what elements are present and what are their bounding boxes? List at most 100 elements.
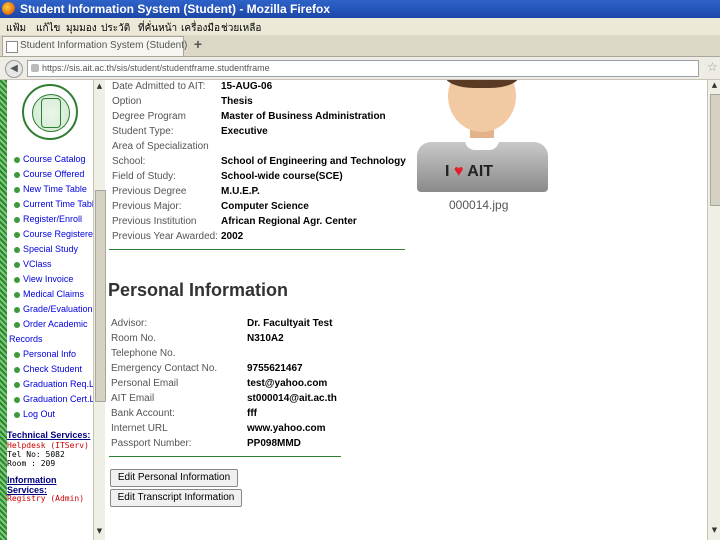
label-personal-email: Personal Email bbox=[111, 378, 179, 389]
label-option: Option bbox=[112, 96, 142, 107]
bullet-icon bbox=[14, 276, 20, 283]
menu-item-edit[interactable]: แก้ไข bbox=[36, 21, 60, 36]
helpdesk-tel: Tel No: 5082 bbox=[7, 450, 65, 459]
tab-label: Student Information System (Student) bbox=[20, 40, 188, 51]
label-ait-email: AIT Email bbox=[111, 393, 155, 404]
label-emergency-contact: Emergency Contact No. bbox=[111, 363, 218, 374]
menu-item-tools[interactable]: เครื่องมือ bbox=[181, 21, 220, 36]
info-services-heading-1: Information bbox=[7, 475, 57, 485]
sidebar-item-view-invoice[interactable]: View Invoice bbox=[14, 274, 73, 284]
menu-item-history[interactable]: ประวัติ bbox=[101, 21, 130, 36]
label-internet-url: Internet URL bbox=[111, 423, 168, 434]
label-previous-major: Previous Major: bbox=[112, 201, 182, 212]
sidebar-item-order-academic[interactable]: Order Academic bbox=[14, 319, 88, 329]
label-telephone: Telephone No. bbox=[111, 348, 176, 359]
sidebar-item-personal-info[interactable]: Personal Info bbox=[14, 349, 76, 359]
sidebar-item-check-student[interactable]: Check Student bbox=[14, 364, 82, 374]
sidebar-item-course-catalog[interactable]: Course Catalog bbox=[14, 154, 86, 164]
section-divider bbox=[109, 249, 405, 250]
sidebar-item-records[interactable]: Records bbox=[9, 334, 43, 344]
bullet-icon bbox=[14, 396, 20, 403]
label-previous-institution: Previous Institution bbox=[112, 216, 197, 227]
new-tab-button[interactable]: + bbox=[188, 36, 208, 54]
star-icon[interactable]: ☆ bbox=[707, 60, 718, 74]
menu-item-file[interactable]: แฟ้ม bbox=[6, 21, 26, 36]
bullet-icon bbox=[14, 381, 20, 388]
scroll-down-icon[interactable]: ▼ bbox=[94, 527, 105, 538]
value-previous-major: Computer Science bbox=[221, 201, 309, 212]
heart-icon: ♥ bbox=[453, 163, 464, 180]
page-icon bbox=[6, 41, 18, 53]
value-student-type: Executive bbox=[221, 126, 268, 137]
scroll-thumb[interactable] bbox=[710, 94, 720, 206]
value-date-admitted: 15-AUG-06 bbox=[221, 81, 273, 92]
personal-info-title: Personal Information bbox=[108, 280, 289, 300]
label-area-of-specialization: Area of Specialization bbox=[112, 141, 209, 152]
sidebar-item-current-time-table[interactable]: Current Time Table bbox=[14, 199, 93, 209]
sidebar-item-course-registered[interactable]: Course Registered bbox=[14, 229, 93, 239]
edit-transcript-info-button[interactable]: Edit Transcript Information bbox=[110, 489, 242, 507]
bullet-icon bbox=[14, 246, 20, 253]
sidebar-item-graduation-cert[interactable]: Graduation Cert.Link bbox=[14, 394, 93, 404]
sidebar-item-grade-evaluation[interactable]: Grade/Evaluation bbox=[14, 304, 93, 314]
decorative-stripe bbox=[0, 80, 7, 540]
label-date-admitted: Date Admitted to AIT: bbox=[112, 81, 206, 92]
sidebar-item-course-offered[interactable]: Course Offered bbox=[14, 169, 84, 179]
scroll-thumb[interactable] bbox=[95, 190, 106, 402]
bullet-icon bbox=[14, 306, 20, 313]
sidebar-item-vclass[interactable]: VClass bbox=[14, 259, 52, 269]
photo-slogan: I ♥ AIT bbox=[445, 163, 494, 180]
photo-collar bbox=[465, 138, 499, 150]
sidebar-scrollbar[interactable]: ▲ ▼ bbox=[93, 80, 106, 540]
value-field-of-study: School-wide course(SCE) bbox=[221, 171, 343, 182]
menu-item-bookmarks[interactable]: ที่คั่นหน้า bbox=[138, 21, 177, 36]
menu-bar: แฟ้ม แก้ไข มุมมอง ประวัติ ที่คั่นหน้า เค… bbox=[0, 18, 720, 35]
value-bank-account: fff bbox=[247, 408, 257, 419]
bullet-icon bbox=[14, 321, 20, 328]
value-school: School of Engineering and Technology bbox=[221, 156, 406, 167]
tab-student-info[interactable]: Student Information System (Student) bbox=[2, 36, 188, 56]
sidebar-item-medical-claims[interactable]: Medical Claims bbox=[14, 289, 84, 299]
label-degree-program: Degree Program bbox=[112, 111, 186, 122]
main-scrollbar[interactable]: ▲ ▼ bbox=[707, 80, 720, 540]
tech-services-heading: Technical Services: bbox=[7, 430, 91, 440]
bullet-icon bbox=[14, 186, 20, 193]
bullet-icon bbox=[14, 291, 20, 298]
logo-emblem bbox=[41, 98, 61, 128]
scroll-down-icon[interactable]: ▼ bbox=[708, 526, 720, 538]
menu-item-help[interactable]: ช่วยเหลือ bbox=[221, 21, 261, 36]
sidebar-item-graduation-req[interactable]: Graduation Req.Link bbox=[14, 379, 93, 389]
label-previous-year-awarded: Previous Year Awarded: bbox=[112, 231, 219, 242]
url-text: https://sis.ait.ac.th/sis/student/studen… bbox=[42, 63, 270, 73]
back-arrow-icon[interactable]: ◀ bbox=[5, 60, 23, 78]
sidebar-item-log-out[interactable]: Log Out bbox=[14, 409, 55, 419]
value-personal-email: test@yahoo.com bbox=[247, 378, 328, 389]
value-advisor: Dr. Facultyait Test bbox=[247, 318, 333, 329]
ait-logo bbox=[22, 84, 78, 140]
scroll-up-icon[interactable]: ▲ bbox=[94, 82, 105, 93]
value-ait-email: st000014@ait.ac.th bbox=[247, 393, 337, 404]
value-passport-number: PP098MMD bbox=[247, 438, 301, 449]
value-room-no: N310A2 bbox=[247, 333, 284, 344]
sidebar-item-special-study[interactable]: Special Study bbox=[14, 244, 78, 254]
menu-item-view[interactable]: มุมมอง bbox=[66, 21, 97, 36]
edit-personal-info-button[interactable]: Edit Personal Information bbox=[110, 469, 238, 487]
helpdesk-room: Room : 209 bbox=[7, 459, 56, 468]
firefox-icon bbox=[2, 2, 15, 15]
bullet-icon bbox=[14, 156, 20, 163]
bullet-icon bbox=[14, 366, 20, 373]
value-internet-url: www.yahoo.com bbox=[247, 423, 326, 434]
sidebar-item-register-enroll[interactable]: Register/Enroll bbox=[14, 214, 82, 224]
bullet-icon bbox=[14, 231, 20, 238]
label-student-type: Student Type: bbox=[112, 126, 174, 137]
url-bar[interactable]: https://sis.ait.ac.th/sis/student/studen… bbox=[27, 60, 699, 77]
registry-link[interactable]: Registry (Admin) bbox=[7, 494, 84, 503]
helpdesk-link[interactable]: Helpdesk (ITServ) bbox=[7, 441, 89, 450]
value-previous-degree: M.U.E.P. bbox=[221, 186, 260, 197]
value-option: Thesis bbox=[221, 96, 253, 107]
scroll-up-icon[interactable]: ▲ bbox=[708, 81, 720, 93]
bullet-icon bbox=[14, 351, 20, 358]
bullet-icon bbox=[14, 216, 20, 223]
bullet-icon bbox=[14, 171, 20, 178]
sidebar-item-new-time-table[interactable]: New Time Table bbox=[14, 184, 87, 194]
